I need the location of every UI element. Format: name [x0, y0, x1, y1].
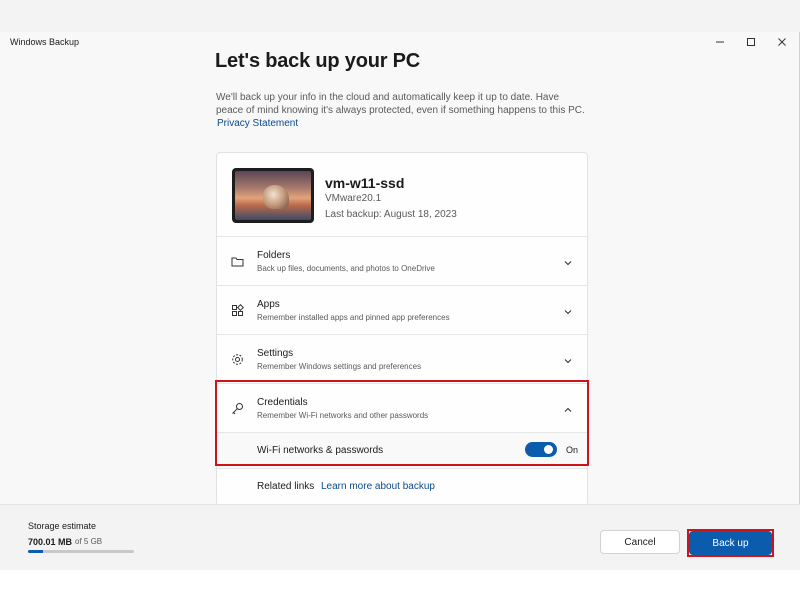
section-credentials[interactable]: Credentials Remember Wi-Fi networks and … — [217, 384, 587, 433]
folder-icon — [231, 255, 244, 268]
related-links-label: Related links — [257, 481, 315, 492]
section-apps[interactable]: Apps Remember installed apps and pinned … — [217, 286, 587, 335]
apps-icon — [231, 303, 245, 317]
toggle-state-label: On — [566, 445, 579, 455]
device-thumbnail — [232, 168, 314, 223]
chevron-down-icon[interactable] — [563, 255, 573, 266]
back-up-button[interactable]: Back up — [689, 531, 772, 555]
wifi-passwords-option: Wi-Fi networks & passwords On — [217, 433, 587, 469]
section-description: Remember installed apps and pinned app p… — [257, 313, 450, 322]
device-model: VMware20.1 — [325, 193, 382, 204]
toggle-knob — [544, 445, 553, 454]
section-label: Folders — [257, 250, 291, 261]
backup-card: vm-w11-ssd VMware20.1 Last backup: Augus… — [216, 152, 588, 506]
intro-text: We'll back up your info in the cloud and… — [216, 92, 585, 116]
chevron-down-icon[interactable] — [563, 304, 573, 315]
close-icon[interactable] — [775, 36, 789, 48]
storage-progress-bar — [28, 550, 134, 553]
page-title: Let's back up your PC — [215, 50, 421, 72]
chevron-up-icon[interactable] — [563, 402, 573, 412]
cancel-button[interactable]: Cancel — [600, 530, 680, 554]
learn-more-link[interactable]: Learn more about backup — [321, 481, 435, 492]
window-title: Windows Backup — [10, 37, 80, 47]
section-label: Settings — [257, 348, 294, 359]
section-label: Credentials — [257, 397, 308, 408]
section-description: Remember Windows settings and preference… — [257, 362, 422, 371]
section-folders[interactable]: Folders Back up files, documents, and ph… — [217, 237, 587, 286]
storage-estimate-title: Storage estimate — [28, 521, 97, 531]
key-icon — [231, 402, 244, 415]
wifi-passwords-toggle[interactable] — [525, 442, 557, 457]
gear-icon — [231, 353, 244, 366]
storage-progress-fill — [28, 550, 43, 553]
title-bar — [0, 0, 800, 32]
last-backup-date: Last backup: August 18, 2023 — [325, 209, 457, 220]
storage-total: of 5 GB — [75, 537, 103, 546]
privacy-statement-link[interactable]: Privacy Statement — [217, 118, 298, 129]
device-summary: vm-w11-ssd VMware20.1 Last backup: Augus… — [217, 153, 587, 237]
section-label: Apps — [257, 299, 280, 310]
device-name: vm-w11-ssd — [325, 175, 405, 191]
minimize-icon[interactable] — [713, 36, 727, 48]
section-description: Remember Wi-Fi networks and other passwo… — [257, 411, 429, 420]
option-label: Wi-Fi networks & passwords — [257, 445, 384, 456]
related-links: Related links Learn more about backup — [217, 469, 587, 505]
chevron-down-icon[interactable] — [563, 353, 573, 364]
section-description: Back up files, documents, and photos to … — [257, 264, 435, 273]
storage-used: 700.01 MB — [28, 537, 73, 547]
section-settings[interactable]: Settings Remember Windows settings and p… — [217, 335, 587, 384]
maximize-icon[interactable] — [744, 36, 758, 48]
footer-bar: Storage estimate 700.01 MB of 5 GB Cance… — [0, 504, 800, 570]
